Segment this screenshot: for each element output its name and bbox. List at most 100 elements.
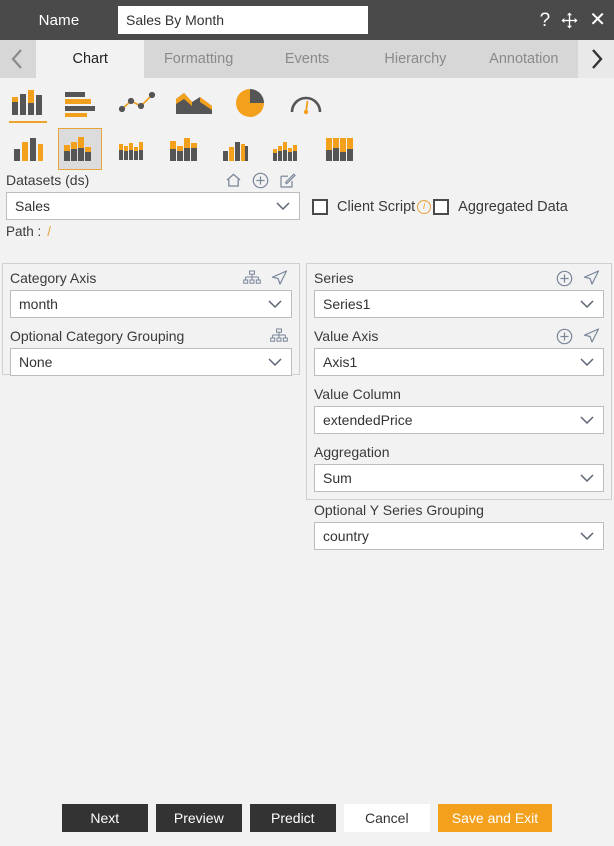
column-subtype-multi-icon[interactable]	[266, 128, 310, 170]
client-script-label: Client Script	[328, 199, 415, 215]
pie-chart-type-icon[interactable]	[226, 82, 274, 124]
tab-chart[interactable]: Chart	[36, 40, 144, 78]
tab-formatting[interactable]: Formatting	[144, 40, 252, 78]
hierarchy-tree-icon[interactable]	[270, 328, 288, 344]
cancel-button[interactable]: Cancel	[344, 804, 430, 832]
cursor-arrow-icon[interactable]	[583, 328, 600, 344]
chevron-down-icon	[579, 412, 595, 428]
aggregation-label: Aggregation	[314, 443, 604, 461]
category-grouping-label-row: Optional Category Grouping	[10, 327, 292, 345]
value-axis-label: Value Axis	[314, 327, 378, 345]
column-chart-type-icon[interactable]	[6, 82, 50, 124]
category-grouping-label: Optional Category Grouping	[10, 327, 184, 345]
gauge-chart-type-icon[interactable]	[282, 82, 330, 124]
info-icon[interactable]: i	[417, 200, 431, 214]
chart-name-input[interactable]	[118, 6, 368, 34]
y-series-grouping-field: Optional Y Series Grouping country	[314, 501, 604, 550]
tabs-next-arrow-icon[interactable]	[578, 40, 614, 78]
chart-type-row-primary	[0, 78, 614, 126]
value-column-value: extendedPrice	[323, 412, 413, 428]
help-icon[interactable]: ?	[540, 11, 551, 30]
chevron-down-icon	[579, 528, 595, 544]
series-label: Series	[314, 269, 354, 287]
tab-annotation[interactable]: Annotation	[470, 40, 578, 78]
series-label-row: Series	[314, 269, 604, 287]
hierarchy-tree-icon[interactable]	[243, 270, 261, 286]
tab-bar: Chart Formatting Events Hierarchy Annota…	[0, 40, 614, 78]
dialog-footer: Next Preview Predict Cancel Save and Exi…	[0, 790, 614, 846]
chevron-down-icon	[579, 296, 595, 312]
category-axis-panel: Category Axis	[2, 263, 300, 375]
dataset-path-label: Path :	[6, 224, 41, 239]
aggregated-data-checkbox[interactable]	[433, 199, 449, 215]
category-grouping-select[interactable]: None	[10, 348, 292, 376]
column-subtype-stacked-icon[interactable]	[58, 128, 102, 170]
chevron-down-icon	[275, 198, 291, 214]
tabs-prev-arrow-icon[interactable]	[0, 40, 36, 78]
value-column-label: Value Column	[314, 385, 604, 403]
aggregation-field: Aggregation Sum	[314, 443, 604, 492]
bar-chart-type-icon[interactable]	[58, 82, 106, 124]
column-subtype-plain-icon[interactable]	[6, 128, 50, 170]
titlebar-icon-group: ? ✕	[540, 0, 606, 40]
options-checkbox-row: Client Script i Aggregated Data	[312, 199, 568, 215]
category-axis-select[interactable]: month	[10, 290, 292, 318]
tab-list: Chart Formatting Events Hierarchy Annota…	[36, 40, 578, 78]
datasets-icon-group	[225, 172, 300, 189]
chevron-down-icon	[267, 296, 283, 312]
line-chart-type-icon[interactable]	[114, 82, 162, 124]
move-icon[interactable]	[561, 12, 578, 29]
category-axis-icon-group	[243, 270, 292, 286]
column-subtype-clustered-small-icon[interactable]	[110, 128, 154, 170]
tab-events[interactable]: Events	[253, 40, 361, 78]
datasets-label: Datasets (ds)	[6, 171, 89, 189]
category-axis-value: month	[19, 296, 58, 312]
plus-circle-icon[interactable]	[556, 328, 573, 345]
category-axis-label: Category Axis	[10, 269, 96, 287]
column-subtype-100-stacked-icon[interactable]	[318, 128, 366, 170]
plus-circle-icon[interactable]	[556, 270, 573, 287]
chart-config-dialog: Name ? ✕	[0, 0, 614, 846]
cursor-arrow-icon[interactable]	[271, 270, 288, 286]
value-axis-icon-group	[556, 328, 604, 345]
aggregation-select[interactable]: Sum	[314, 464, 604, 492]
edit-pencil-icon[interactable]	[279, 172, 296, 189]
preview-button[interactable]: Preview	[156, 804, 242, 832]
tab-hierarchy[interactable]: Hierarchy	[361, 40, 469, 78]
column-subtype-stacked-grouped-icon[interactable]	[162, 128, 206, 170]
value-axis-field: Value Axis	[314, 327, 604, 376]
column-subtype-overlapped-icon[interactable]	[214, 128, 258, 170]
save-and-exit-button[interactable]: Save and Exit	[438, 804, 552, 832]
aggregated-data-label: Aggregated Data	[449, 199, 568, 215]
value-axis-value: Axis1	[323, 354, 357, 370]
series-field: Series	[314, 269, 604, 318]
plus-circle-icon[interactable]	[252, 172, 269, 189]
dataset-select[interactable]: Sales	[6, 192, 300, 220]
close-icon[interactable]: ✕	[589, 10, 606, 30]
category-axis-label-row: Category Axis	[10, 269, 292, 287]
series-value: Series1	[323, 296, 370, 312]
area-chart-type-icon[interactable]	[170, 82, 218, 124]
series-select[interactable]: Series1	[314, 290, 604, 318]
category-grouping-icon-group	[270, 328, 292, 344]
name-label: Name	[0, 12, 118, 29]
chevron-down-icon	[579, 354, 595, 370]
predict-button[interactable]: Predict	[250, 804, 336, 832]
dataset-path-value: /	[41, 224, 51, 239]
category-axis-field: Category Axis	[10, 269, 292, 318]
home-icon[interactable]	[225, 172, 242, 188]
cursor-arrow-icon[interactable]	[583, 270, 600, 286]
value-column-select[interactable]: extendedPrice	[314, 406, 604, 434]
client-script-checkbox[interactable]	[312, 199, 328, 215]
y-series-grouping-value: country	[323, 528, 369, 544]
y-series-grouping-select[interactable]: country	[314, 522, 604, 550]
dialog-titlebar: Name ? ✕	[0, 0, 614, 40]
series-icon-group	[556, 270, 604, 287]
y-series-grouping-label: Optional Y Series Grouping	[314, 501, 604, 519]
next-button[interactable]: Next	[62, 804, 148, 832]
value-axis-label-row: Value Axis	[314, 327, 604, 345]
chart-type-row-subtypes	[0, 126, 614, 171]
value-column-field: Value Column extendedPrice	[314, 385, 604, 434]
value-axis-select[interactable]: Axis1	[314, 348, 604, 376]
dataset-path-row: Path :/	[6, 224, 300, 239]
